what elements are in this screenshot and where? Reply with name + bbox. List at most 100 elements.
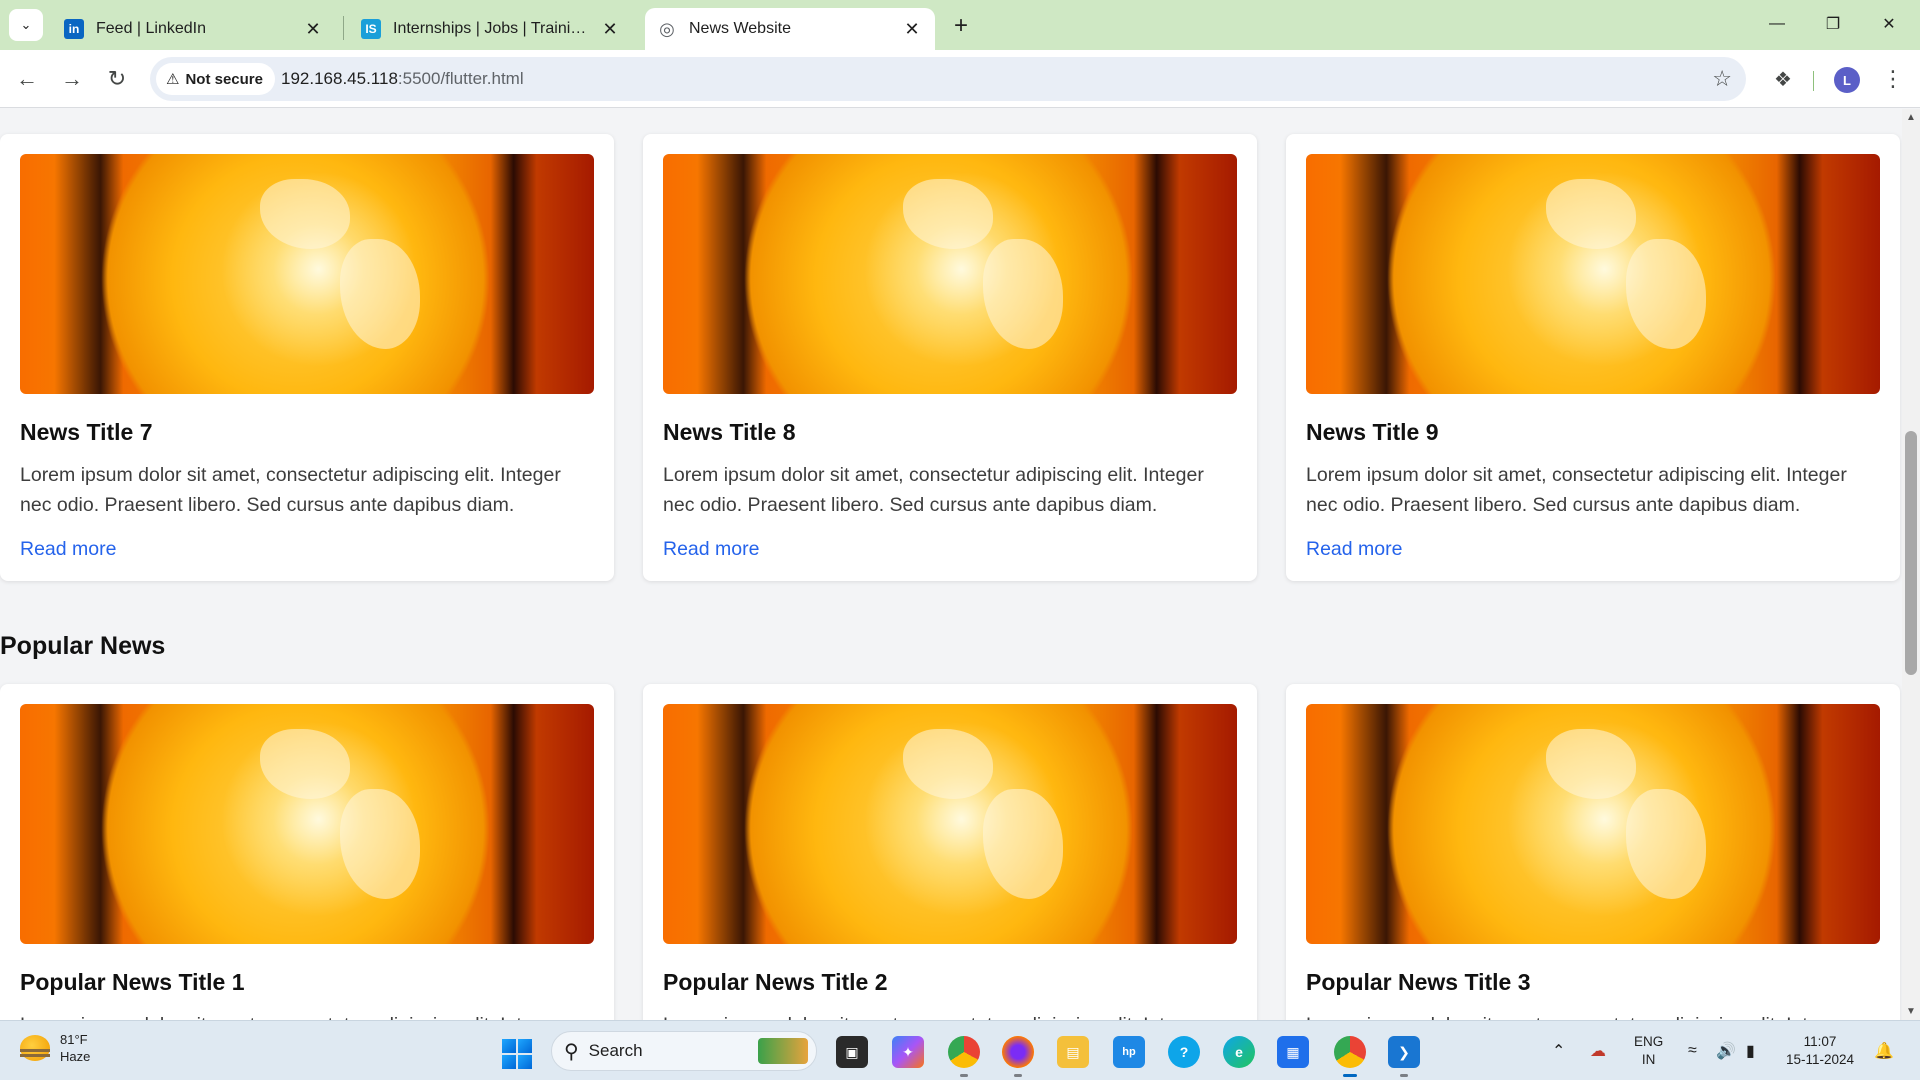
news-title: Popular News Title 3 — [1306, 969, 1531, 995]
close-window-icon[interactable]: ✕ — [1866, 8, 1912, 40]
news-globe-image — [20, 704, 594, 944]
edge-icon[interactable]: e — [1223, 1036, 1255, 1068]
chrome-active-icon[interactable] — [1334, 1036, 1366, 1077]
windows-start-icon[interactable] — [502, 1039, 532, 1069]
popular-news-heading: Popular News — [0, 632, 166, 660]
news-title: News Title 8 — [663, 419, 796, 445]
volume-icon[interactable]: 🔊 — [1716, 1021, 1736, 1080]
forward-arrow-icon[interactable]: → — [55, 62, 89, 96]
security-label: Not secure — [185, 70, 263, 88]
close-tab-icon[interactable]: ✕ — [599, 18, 621, 40]
onedrive-error-icon[interactable]: ☁ — [1590, 1021, 1606, 1080]
news-excerpt: Lorem ipsum dolor sit amet, consectetur … — [20, 1010, 594, 1020]
folder-icon[interactable]: ▤ — [1057, 1036, 1089, 1068]
tab-title: Feed | LinkedIn — [96, 20, 207, 37]
show-hidden-icons-chevron-icon[interactable]: ⌃ — [1552, 1021, 1565, 1080]
clock[interactable]: 11:07 15-11-2024 — [1786, 1021, 1854, 1080]
language-indicator[interactable]: ENG IN — [1634, 1021, 1663, 1080]
skype-icon[interactable]: ? — [1168, 1036, 1200, 1068]
store-icon[interactable]: ▦ — [1277, 1036, 1309, 1068]
firefox-icon[interactable] — [1002, 1036, 1034, 1077]
search-icon: ⚲ — [564, 1040, 579, 1063]
security-chip[interactable]: ⚠ Not secure — [156, 63, 275, 95]
news-card: News Title 9 Lorem ipsum dolor sit amet,… — [1286, 134, 1900, 581]
read-more-link[interactable]: Read more — [663, 538, 759, 561]
linkedin-icon: in — [64, 19, 84, 39]
news-excerpt: Lorem ipsum dolor sit amet, consectetur … — [1306, 1010, 1880, 1020]
news-globe-image — [663, 704, 1237, 944]
scroll-up-arrow-icon[interactable]: ▲ — [1906, 112, 1916, 123]
tab-title: News Website — [689, 20, 791, 37]
news-globe-image — [1306, 154, 1880, 394]
profile-avatar[interactable]: L — [1834, 67, 1860, 93]
clock-date: 15-11-2024 — [1786, 1052, 1855, 1067]
read-more-link[interactable]: Read more — [20, 538, 116, 561]
search-label: Search — [588, 1041, 643, 1060]
address-bar[interactable]: ⚠ Not secure 192.168.45.118:5500/flutter… — [150, 57, 1746, 101]
copilot-icon[interactable]: ✦ — [892, 1036, 924, 1068]
reload-icon[interactable]: ↻ — [100, 62, 134, 96]
minimize-icon[interactable]: — — [1754, 8, 1800, 40]
weather-widget[interactable]: 81°F Haze — [20, 1031, 90, 1065]
tab-linkedin[interactable]: in Feed | LinkedIn ✕ — [52, 8, 336, 50]
internshala-icon: IS — [361, 19, 381, 39]
news-excerpt: Lorem ipsum dolor sit amet, consectetur … — [663, 464, 1204, 516]
extensions-puzzle-icon[interactable]: ❖ — [1766, 62, 1800, 96]
news-title: News Title 7 — [20, 419, 153, 445]
news-globe-image — [663, 154, 1237, 394]
popular-news-card: Popular News Title 3 Lorem ipsum dolor s… — [1286, 684, 1900, 1020]
tab-title: Internships | Jobs | Trainings & Online … — [393, 20, 591, 37]
windows-taskbar: 81°F Haze ⚲ Search ▣ ✦ ▤ hp ? e ▦ ❯ ⌃ ☁ … — [0, 1020, 1920, 1080]
news-globe-image — [1306, 704, 1880, 944]
file-explorer-icon[interactable]: ▣ — [836, 1036, 868, 1068]
page-viewport: News Title 7 Lorem ipsum dolor sit amet,… — [0, 109, 1920, 1020]
battery-icon[interactable]: ▮ — [1746, 1021, 1755, 1080]
news-title: News Title 9 — [1306, 419, 1439, 445]
news-excerpt: Lorem ipsum dolor sit amet, consectetur … — [1306, 464, 1847, 516]
restore-icon[interactable]: ❐ — [1810, 8, 1856, 40]
close-tab-icon[interactable]: ✕ — [901, 18, 923, 40]
taskbar-search-box[interactable]: ⚲ Search — [551, 1031, 817, 1071]
bookmark-star-icon[interactable]: ☆ — [1712, 66, 1732, 92]
new-tab-button[interactable]: + — [946, 11, 976, 41]
popular-news-card: Popular News Title 2 Lorem ipsum dolor s… — [643, 684, 1257, 1020]
vscode-icon[interactable]: ❯ — [1388, 1036, 1420, 1077]
weather-description: Haze — [60, 1049, 91, 1064]
back-arrow-icon[interactable]: ← — [10, 62, 44, 96]
news-title: Popular News Title 1 — [20, 969, 245, 995]
search-highlight-icon — [758, 1038, 808, 1064]
news-excerpt: Lorem ipsum dolor sit amet, consectetur … — [20, 464, 561, 516]
read-more-link[interactable]: Read more — [1306, 538, 1402, 561]
warning-triangle-icon: ⚠ — [166, 71, 180, 88]
tab-divider — [343, 16, 344, 40]
page-scrollbar[interactable]: ▲ ▼ — [1902, 109, 1920, 1020]
weather-temperature: 81°F — [60, 1032, 88, 1047]
haze-weather-icon — [20, 1035, 50, 1061]
scroll-down-arrow-icon[interactable]: ▼ — [1906, 1006, 1916, 1017]
news-card: News Title 7 Lorem ipsum dolor sit amet,… — [0, 134, 614, 581]
url-host: 192.168.45.118 — [281, 69, 398, 88]
news-title: Popular News Title 2 — [663, 969, 888, 995]
notification-bell-icon[interactable]: 🔔 — [1874, 1021, 1894, 1080]
myhp-icon[interactable]: hp — [1113, 1036, 1145, 1068]
kebab-menu-icon[interactable]: ⋮ — [1878, 62, 1908, 96]
wifi-icon[interactable]: ≈ — [1688, 1021, 1697, 1080]
browser-tab-bar: ⌄ in Feed | LinkedIn ✕ IS Internships | … — [0, 0, 1920, 50]
browser-toolbar: ← → ↻ ⚠ Not secure 192.168.45.118:5500/f… — [0, 50, 1920, 108]
url-path: :5500/flutter.html — [397, 69, 524, 88]
globe-icon: ◎ — [659, 18, 675, 39]
url-text[interactable]: 192.168.45.118:5500/flutter.html — [281, 69, 524, 89]
news-globe-image — [20, 154, 594, 394]
scrollbar-thumb[interactable] — [1905, 431, 1917, 675]
clock-time: 11:07 — [1803, 1034, 1837, 1049]
chrome-icon[interactable] — [948, 1036, 980, 1077]
tab-news-website[interactable]: ◎ News Website ✕ — [645, 8, 935, 50]
region-code: IN — [1641, 1052, 1656, 1067]
toolbar-divider — [1813, 71, 1814, 91]
language-code: ENG — [1634, 1034, 1664, 1049]
close-tab-icon[interactable]: ✕ — [302, 18, 324, 40]
tab-internshala[interactable]: IS Internships | Jobs | Trainings & Onli… — [349, 8, 633, 50]
news-card: News Title 8 Lorem ipsum dolor sit amet,… — [643, 134, 1257, 581]
tab-search-chevron-icon[interactable]: ⌄ — [9, 9, 43, 41]
news-excerpt: Lorem ipsum dolor sit amet, consectetur … — [663, 1010, 1237, 1020]
